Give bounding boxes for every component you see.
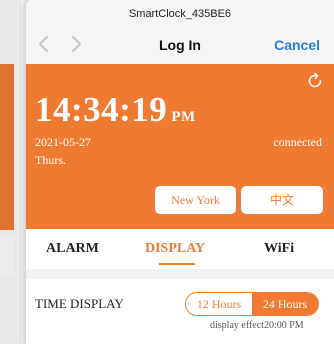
language-button[interactable]: 中文 bbox=[241, 186, 323, 214]
browser-top-bar: SmartClock_435BE6 Log In Cancel bbox=[26, 0, 334, 64]
current-time: 14:34:19 PM bbox=[35, 90, 196, 130]
time-display-row: TIME DISPLAY 12 Hours 24 Hours display e… bbox=[26, 279, 334, 344]
refresh-icon[interactable] bbox=[306, 72, 324, 90]
cancel-button[interactable]: Cancel bbox=[274, 37, 320, 53]
option-12-hours[interactable]: 12 Hours bbox=[186, 293, 252, 315]
time-value: 14:34:19 bbox=[35, 90, 168, 129]
tab-wifi[interactable]: WiFi bbox=[264, 241, 294, 257]
section-divider bbox=[26, 269, 334, 279]
settings-tabs: ALARM DISPLAY WiFi bbox=[26, 229, 334, 269]
login-screen: SmartClock_435BE6 Log In Cancel 14:34:19… bbox=[26, 0, 334, 344]
connection-status: connected bbox=[273, 135, 322, 149]
active-tab-indicator bbox=[159, 263, 195, 265]
current-weekday: Thurs. bbox=[35, 153, 66, 167]
tab-alarm[interactable]: ALARM bbox=[46, 241, 99, 257]
page-url-title: SmartClock_435BE6 bbox=[128, 8, 232, 20]
option-24-hours[interactable]: 24 Hours bbox=[252, 293, 318, 315]
display-effect-preview: display effect20:00 PM bbox=[210, 320, 304, 331]
tab-display[interactable]: DISPLAY bbox=[145, 241, 205, 257]
current-date: 2021-05-27 bbox=[35, 135, 91, 149]
time-display-label: TIME DISPLAY bbox=[35, 296, 124, 311]
previous-screen bbox=[0, 0, 21, 344]
clock-panel: 14:34:19 PM 2021-05-27 Thurs. connected N… bbox=[26, 64, 334, 229]
hour-format-toggle: 12 Hours 24 Hours bbox=[185, 292, 319, 316]
previous-screen-overlay bbox=[0, 0, 20, 344]
city-button[interactable]: New York bbox=[155, 186, 236, 214]
app-stage: SmartClock_435BE6 Log In Cancel 14:34:19… bbox=[0, 0, 334, 344]
time-ampm: PM bbox=[171, 109, 196, 125]
